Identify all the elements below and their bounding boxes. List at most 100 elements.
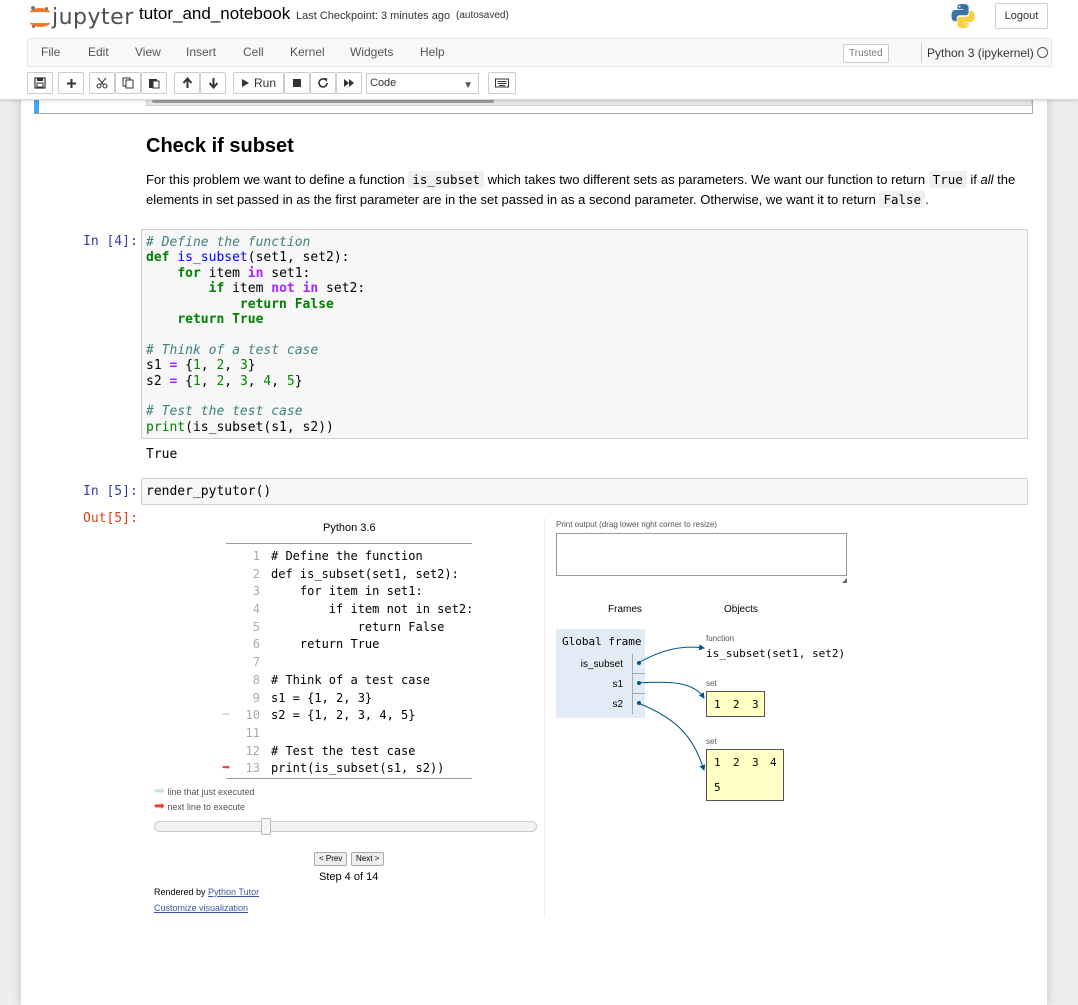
set-object-s1: 1 2 3 bbox=[706, 691, 765, 717]
plus-icon bbox=[66, 78, 76, 88]
run-button[interactable]: Run bbox=[233, 72, 284, 94]
pointer-dot bbox=[637, 701, 641, 705]
tutor-code-row: 4 if item not in set2: bbox=[226, 601, 474, 619]
command-palette-button[interactable] bbox=[488, 72, 516, 94]
menu-kernel[interactable]: Kernel bbox=[290, 45, 325, 59]
tutor-divider bbox=[544, 518, 545, 918]
save-button[interactable] bbox=[27, 72, 53, 94]
code-line: def is_subset(set1, set2): bbox=[146, 250, 350, 266]
paste-button[interactable] bbox=[141, 72, 167, 94]
copy-icon bbox=[122, 77, 134, 89]
menu-insert[interactable]: Insert bbox=[186, 45, 216, 59]
tutor-code-row: 6 return True bbox=[226, 636, 472, 654]
line-number: 7 bbox=[252, 655, 260, 670]
rendered-by: Rendered by Python Tutor bbox=[154, 887, 259, 897]
green-arrow-icon: ➡ bbox=[154, 783, 165, 798]
jupyter-logo-icon bbox=[30, 6, 50, 28]
line-number: 6 bbox=[252, 637, 260, 652]
jupyter-logo[interactable]: jupyter bbox=[30, 4, 134, 30]
menu-edit[interactable]: Edit bbox=[88, 45, 109, 59]
global-frame: Global frame is_subset s1 s2 bbox=[556, 629, 645, 718]
menu-help[interactable]: Help bbox=[420, 45, 445, 59]
set-element: 1 bbox=[714, 698, 721, 711]
markdown-heading: Check if subset bbox=[146, 135, 294, 157]
paste-icon bbox=[149, 79, 160, 89]
logout-button[interactable]: Logout bbox=[995, 3, 1048, 29]
tutor-code-row: 12 # Test the test case bbox=[226, 743, 472, 761]
source-line: for item in set1: bbox=[271, 584, 423, 599]
tutor-code-row: 8 # Think of a test case bbox=[226, 672, 472, 690]
trusted-indicator[interactable]: Trusted bbox=[843, 44, 889, 63]
tutor-code-row: 2 def is_subset(set1, set2): bbox=[226, 566, 472, 584]
run-icon bbox=[241, 79, 249, 87]
set-element: 2 bbox=[733, 698, 740, 711]
cell-5-editor[interactable]: render_pytutor() bbox=[141, 478, 1028, 505]
inline-code: is_subset bbox=[408, 171, 485, 188]
menu-cell[interactable]: Cell bbox=[243, 45, 264, 59]
text-segment: For this problem we want to define a fun… bbox=[146, 172, 409, 187]
restart-icon bbox=[318, 78, 328, 88]
kernel-idle-icon bbox=[1037, 47, 1048, 58]
code-line: # Test the test case bbox=[146, 404, 303, 420]
line-number: 12 bbox=[245, 743, 260, 758]
menu-widgets[interactable]: Widgets bbox=[350, 45, 393, 59]
interrupt-button[interactable] bbox=[284, 72, 310, 94]
tutor-code-row: 5 return False bbox=[226, 619, 472, 637]
keyboard-icon bbox=[495, 78, 509, 88]
cut-button[interactable] bbox=[89, 72, 115, 94]
line-number: 9 bbox=[252, 690, 260, 705]
step-counter: Step 4 of 14 bbox=[319, 871, 379, 883]
fast-forward-icon bbox=[344, 79, 354, 87]
pointer-dot bbox=[637, 681, 641, 685]
move-down-button[interactable] bbox=[200, 72, 226, 94]
cell-4-output: True bbox=[146, 447, 178, 462]
inline-code: True bbox=[928, 171, 967, 188]
legend-label: next line to execute bbox=[167, 802, 245, 812]
cell-type-select[interactable]: Code ▼ bbox=[366, 73, 479, 94]
line-number: 13 bbox=[245, 761, 260, 776]
kernel-name[interactable]: Python 3 (ipykernel) bbox=[921, 43, 1034, 63]
var-pointer bbox=[632, 654, 645, 674]
menu-file[interactable]: File bbox=[41, 45, 60, 59]
checkpoint-status: Last Checkpoint: 3 minutes ago bbox=[296, 10, 451, 22]
customize-link[interactable]: Customize visualization bbox=[154, 903, 248, 913]
menu-bar: File Edit View Insert Cell Kernel Widget… bbox=[27, 38, 1052, 67]
restart-button[interactable] bbox=[310, 72, 336, 94]
line-number: 10 bbox=[245, 708, 260, 723]
print-output-label: Print output (drag lower right corner to… bbox=[556, 520, 717, 529]
object-type-label: function bbox=[706, 634, 735, 643]
copy-button[interactable] bbox=[115, 72, 141, 94]
cell-4-prompt: In [4]: bbox=[83, 234, 138, 249]
move-up-button[interactable] bbox=[174, 72, 200, 94]
set-element: 3 bbox=[752, 698, 759, 711]
step-slider-handle[interactable] bbox=[261, 818, 271, 835]
legend-next-line: ➡ next line to execute bbox=[154, 798, 245, 814]
menu-view[interactable]: View bbox=[135, 45, 161, 59]
source-line: # Test the test case bbox=[271, 743, 416, 758]
prev-button[interactable]: < Prev bbox=[314, 852, 348, 866]
notebook-name[interactable]: tutor_and_notebook bbox=[139, 4, 290, 24]
cell-5-prompt: In [5]: bbox=[83, 484, 138, 499]
next-button[interactable]: Next > bbox=[351, 852, 385, 866]
arrow-to-function bbox=[637, 644, 705, 664]
autosave-status: (autosaved) bbox=[456, 10, 509, 21]
insert-cell-button[interactable] bbox=[58, 72, 84, 94]
notebook-header: jupyter tutor_and_notebook Last Checkpoi… bbox=[0, 0, 1078, 100]
objects-label: Objects bbox=[724, 604, 758, 615]
source-line: print(is_subset(s1, s2)) bbox=[271, 761, 445, 776]
restart-run-all-button[interactable] bbox=[336, 72, 362, 94]
print-output-box[interactable] bbox=[556, 533, 847, 576]
set-element: 2 bbox=[733, 756, 740, 769]
cell-4-editor[interactable]: # Define the function def is_subset(set1… bbox=[141, 229, 1028, 439]
set-element: 1 bbox=[714, 756, 721, 769]
code-line: # Define the function bbox=[146, 235, 311, 250]
line-number: 1 bbox=[252, 549, 260, 563]
code-line: s1 = {1, 2, 3} bbox=[146, 358, 256, 374]
source-line: s1 = {1, 2, 3} bbox=[271, 690, 373, 705]
step-slider[interactable] bbox=[154, 818, 537, 835]
line-number: 2 bbox=[252, 566, 260, 581]
cut-icon bbox=[96, 77, 108, 89]
python-tutor-link[interactable]: Python Tutor bbox=[208, 887, 259, 897]
resize-handle[interactable] bbox=[842, 578, 847, 583]
